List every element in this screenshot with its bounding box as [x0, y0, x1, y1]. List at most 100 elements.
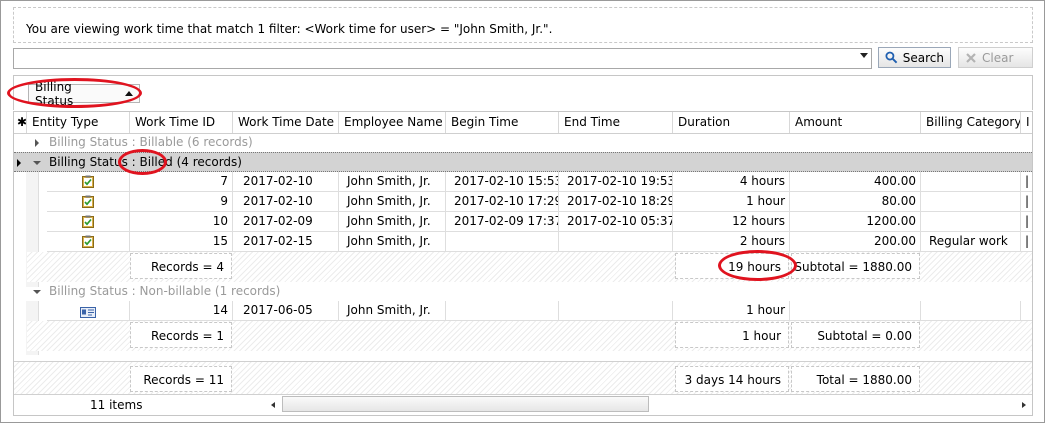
billing-category-cell: Regular work: [921, 232, 1021, 252]
search-button[interactable]: Search: [878, 47, 951, 68]
total-amount: Total = 1880.00: [791, 366, 920, 392]
work-time-date-cell: 2017-06-05: [233, 301, 339, 321]
overflow-cell: [1021, 301, 1032, 321]
column-header-more[interactable]: I: [1021, 112, 1032, 133]
group-chip-label: Billing Status: [35, 79, 74, 108]
duration-cell: 1 hour: [673, 301, 790, 321]
clear-x-icon: [966, 52, 976, 63]
clear-button-label: Clear: [982, 50, 1014, 65]
amount-cell: 400.00: [790, 172, 921, 192]
table-row[interactable]: 15 2017-02-15 John Smith, Jr. 2 hours 20…: [14, 232, 1032, 252]
filter-description: You are viewing work time that match 1 f…: [26, 22, 553, 36]
clipboard-check-icon: [82, 195, 94, 208]
duration-cell: 2 hours: [673, 232, 790, 252]
scroll-left-icon[interactable]: [271, 402, 275, 408]
horizontal-scrollbar-thumb[interactable]: [282, 396, 649, 412]
begin-time-cell: 2017-02-10 17:29: [446, 192, 559, 212]
duration-cell: 4 hours: [673, 172, 790, 192]
column-header-end-time[interactable]: End Time: [559, 112, 673, 133]
work-time-date-cell: 2017-02-10: [233, 192, 339, 212]
table-row[interactable]: 14 2017-06-05 John Smith, Jr. 1 hour: [14, 301, 1032, 321]
end-time-cell: 2017-02-10 05:37: [559, 212, 673, 232]
expand-icon[interactable]: [35, 139, 39, 147]
column-header-work-time-id[interactable]: Work Time ID: [130, 112, 233, 133]
work-time-date-cell: 2017-02-09: [233, 212, 339, 232]
work-time-id-cell: 14: [130, 301, 233, 321]
scroll-right-icon[interactable]: [1022, 402, 1026, 408]
work-time-date-cell: 2017-02-10: [233, 172, 339, 192]
group-summary-row: Records = 1 1 hour Subtotal = 0.00: [14, 321, 1032, 351]
total-duration-sum: 3 days 14 hours: [675, 366, 789, 392]
group-chip-billing-status[interactable]: Billing Status: [28, 80, 140, 108]
grand-total-row: Records = 11 3 days 14 hours Total = 188…: [14, 361, 1032, 396]
work-time-id-cell: 15: [130, 232, 233, 252]
dropdown-arrow-icon[interactable]: [860, 53, 868, 58]
employee-name-cell: John Smith, Jr.: [339, 301, 446, 321]
collapse-icon[interactable]: [33, 161, 41, 165]
table-row[interactable]: 10 2017-02-09 John Smith, Jr. 2017-02-09…: [14, 212, 1032, 232]
group-record-count: Records = 4: [130, 253, 232, 279]
search-button-label: Search: [902, 50, 944, 65]
sort-ascending-icon: [125, 91, 133, 96]
end-time-cell: 2017-02-10 19:53: [559, 172, 673, 192]
group-row-billable[interactable]: Billing Status : Billable (6 records): [14, 133, 1032, 152]
group-subtotal: Subtotal = 1880.00: [791, 253, 920, 279]
work-time-date-cell: 2017-02-15: [233, 232, 339, 252]
column-header-work-time-date[interactable]: Work Time Date: [233, 112, 339, 133]
end-time-cell: 2017-02-10 18:29: [559, 192, 673, 212]
employee-name-cell: John Smith, Jr.: [339, 232, 446, 252]
work-time-grid: ✱ Entity Type Work Time ID Work Time Dat…: [13, 111, 1033, 416]
collapse-icon[interactable]: [33, 290, 41, 294]
entity-type-cell: [47, 212, 130, 232]
duration-cell: 12 hours: [673, 212, 790, 232]
billing-category-cell: [921, 212, 1021, 232]
clear-button[interactable]: Clear: [958, 47, 1033, 68]
end-time-cell: [559, 232, 673, 252]
column-header-billing-category[interactable]: Billing Category: [921, 112, 1021, 133]
group-row-nonbillable[interactable]: Billing Status : Non-billable (1 records…: [14, 282, 1032, 301]
group-summary-row: Records = 4 19 hours Subtotal = 1880.00: [14, 252, 1032, 282]
employee-name-cell: John Smith, Jr.: [339, 212, 446, 232]
group-duration-sum: 1 hour: [675, 322, 789, 348]
column-chooser-icon[interactable]: ✱: [14, 112, 27, 133]
column-header-employee-name[interactable]: Employee Name: [339, 112, 446, 133]
billing-category-cell: [921, 192, 1021, 212]
employee-name-cell: John Smith, Jr.: [339, 192, 446, 212]
grid-header: ✱ Entity Type Work Time ID Work Time Dat…: [14, 112, 1032, 134]
amount-cell: 1200.00: [790, 212, 921, 232]
column-header-begin-time[interactable]: Begin Time: [446, 112, 559, 133]
work-time-id-cell: 9: [130, 192, 233, 212]
duration-cell: 1 hour: [673, 192, 790, 212]
overflow-cell: |: [1021, 212, 1032, 232]
filter-banner: You are viewing work time that match 1 f…: [13, 7, 1033, 43]
entity-type-cell: [47, 232, 130, 252]
overflow-cell: |: [1021, 232, 1032, 252]
group-by-panel: Billing Status: [13, 75, 1033, 110]
window-frame: You are viewing work time that match 1 f…: [0, 0, 1045, 423]
billing-category-cell: [921, 172, 1021, 192]
id-card-icon: [80, 305, 96, 318]
clipboard-check-icon: [82, 235, 94, 248]
end-time-cell: [559, 301, 673, 321]
column-header-duration[interactable]: Duration: [673, 112, 790, 133]
amount-cell: [790, 301, 921, 321]
total-record-count: Records = 11: [130, 366, 232, 392]
work-time-id-cell: 7: [130, 172, 233, 192]
nonbillable-group-body: 14 2017-06-05 John Smith, Jr. 1 hour Rec…: [14, 301, 1032, 355]
group-row-billed[interactable]: Billing Status : Billed (4 records): [14, 152, 1032, 172]
amount-cell: 80.00: [790, 192, 921, 212]
table-row[interactable]: 7 2017-02-10 John Smith, Jr. 2017-02-10 …: [14, 172, 1032, 192]
row-indicator-icon: [17, 159, 21, 167]
clipboard-check-icon: [82, 215, 94, 228]
search-combobox[interactable]: [13, 48, 872, 69]
begin-time-cell: 2017-02-10 15:53: [446, 172, 559, 192]
entity-type-cell: [47, 301, 130, 321]
column-header-entity-type[interactable]: Entity Type: [27, 112, 130, 133]
group-duration-sum: 19 hours: [675, 253, 789, 279]
begin-time-cell: [446, 232, 559, 252]
table-row[interactable]: 9 2017-02-10 John Smith, Jr. 2017-02-10 …: [14, 192, 1032, 212]
employee-name-cell: John Smith, Jr.: [339, 172, 446, 192]
overflow-cell: |: [1021, 192, 1032, 212]
column-header-amount[interactable]: Amount: [790, 112, 921, 133]
group-subtotal: Subtotal = 0.00: [791, 322, 920, 348]
